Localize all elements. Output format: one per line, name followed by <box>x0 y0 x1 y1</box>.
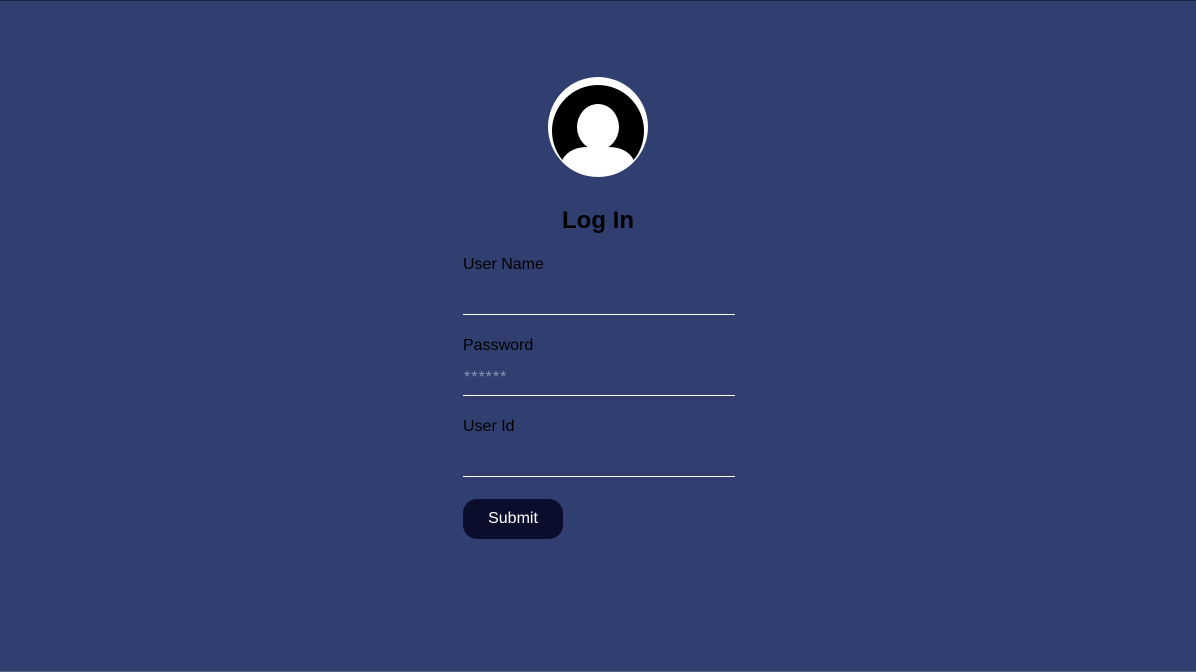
password-label: Password <box>463 337 534 354</box>
user-id-label: User Id <box>463 418 515 435</box>
password-field-group: Password <box>463 336 735 398</box>
user-id-input[interactable] <box>463 441 735 477</box>
username-field-group: User Name <box>463 255 735 317</box>
username-label: User Name <box>463 256 544 273</box>
page-title: Log In <box>562 207 634 234</box>
user-avatar-icon <box>548 77 648 177</box>
username-input[interactable] <box>463 279 735 315</box>
user-id-field-group: User Id <box>463 417 735 479</box>
submit-button[interactable]: Submit <box>463 499 563 539</box>
login-form: User Name Password User Id Submit <box>463 255 735 539</box>
password-input[interactable] <box>463 360 735 396</box>
